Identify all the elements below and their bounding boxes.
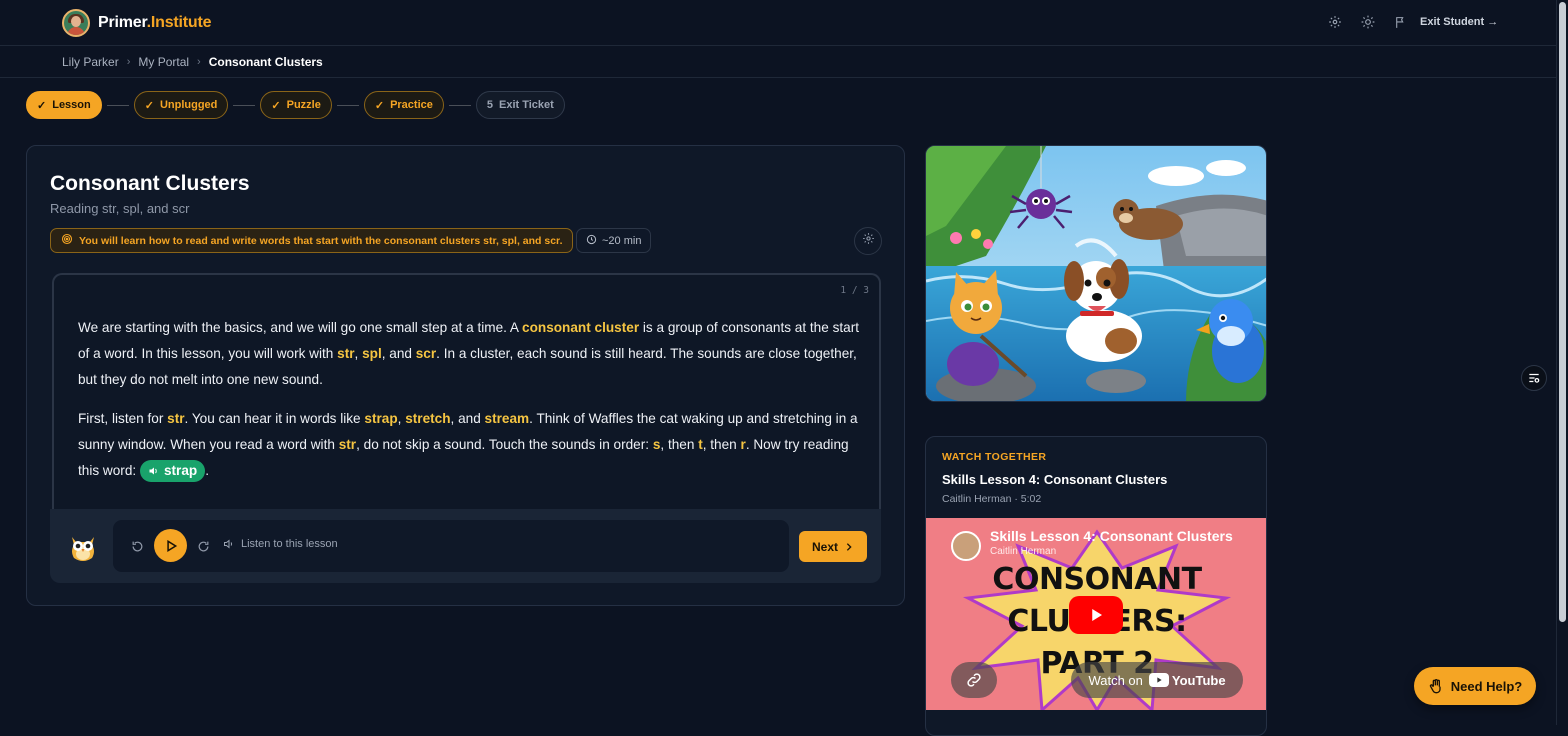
step-practice[interactable]: ✓ Practice	[363, 91, 444, 119]
check-icon: ✓	[37, 99, 47, 112]
lesson-reader: 1 / 3 We are starting with the basics, a…	[52, 273, 881, 510]
check-icon: ✓	[374, 99, 385, 112]
step-unplugged[interactable]: ✓ Unplugged	[133, 91, 229, 119]
copy-link-button[interactable]	[951, 662, 997, 698]
speaker-icon	[224, 539, 233, 549]
forward-icon[interactable]	[195, 538, 211, 554]
embed-channel[interactable]: Caitlin Herman	[990, 546, 1056, 557]
speaker-icon	[149, 467, 157, 475]
step-connector	[233, 104, 256, 106]
page-indicator: 1 / 3	[840, 285, 869, 296]
video-embed[interactable]: Skills Lesson 4: Consonant Clusters Cait…	[926, 518, 1266, 710]
channel-avatar[interactable]	[951, 531, 981, 561]
play-icon	[1092, 609, 1102, 621]
gear-icon[interactable]	[1326, 13, 1344, 31]
scrollbar-thumb[interactable]	[1559, 2, 1566, 622]
step-exit-ticket[interactable]: 5 Exit Ticket	[475, 91, 565, 119]
page-title: Consonant Clusters	[50, 172, 250, 195]
lesson-steps: ✓ Lesson ✓ Unplugged ✓ Puzzle ✓ Practice 5 Ex…	[26, 91, 565, 119]
lesson-settings-button[interactable]	[854, 227, 882, 255]
filter-list-icon[interactable]	[1521, 365, 1547, 391]
hand-icon	[1429, 679, 1441, 694]
link-icon	[967, 673, 981, 687]
video-title: Skills Lesson 4: Consonant Clusters	[942, 472, 1168, 487]
target-icon	[61, 233, 73, 248]
step-puzzle[interactable]: ✓ Puzzle	[260, 91, 332, 119]
video-kicker: WATCH TOGETHER	[942, 451, 1047, 463]
video-meta: Caitlin Herman · 5:02	[942, 493, 1042, 505]
chevron-right-icon: ›	[197, 56, 201, 68]
breadcrumb-lily-parker[interactable]: Lily Parker	[62, 55, 119, 69]
breadcrumb-current: Consonant Clusters	[208, 55, 323, 69]
step-connector	[336, 104, 359, 106]
lesson-illustration	[925, 145, 1267, 402]
lesson-card: Consonant Clusters Reading str, spl, and…	[26, 145, 905, 606]
duration-badge: ~20 min	[576, 228, 652, 253]
check-icon: ✓	[271, 99, 281, 112]
rewind-icon[interactable]	[129, 538, 145, 554]
play-button[interactable]	[154, 529, 187, 562]
breadcrumb-bar: Lily Parker › My Portal › Consonant Clus…	[0, 46, 1556, 78]
lesson-subtitle: Reading str, spl, and scr	[50, 201, 190, 216]
chevron-right-icon	[846, 542, 852, 551]
step-connector	[448, 104, 471, 106]
gear-icon	[862, 232, 875, 250]
youtube-logo-icon: YouTube	[1148, 673, 1226, 688]
pronounce-word-chip[interactable]: strap	[139, 460, 206, 483]
chevron-right-icon: ›	[126, 56, 131, 68]
video-card: WATCH TOGETHER Skills Lesson 4: Consonan…	[925, 436, 1267, 736]
brand-logo-avatar[interactable]	[62, 9, 90, 37]
step-number: 5	[486, 99, 493, 111]
breadcrumb-my-portal[interactable]: My Portal	[138, 55, 189, 69]
lesson-paragraph-2: First, listen for str. You can hear it i…	[78, 406, 860, 484]
learning-goal-badge: You will learn how to read and write wor…	[50, 228, 574, 253]
flag-icon[interactable]	[1391, 13, 1409, 31]
audio-track: Listen to this lesson	[113, 520, 789, 572]
top-bar: Primer.Institute Exit Student →	[0, 0, 1556, 46]
brand-name[interactable]: Primer.Institute	[98, 14, 211, 32]
thumbnail-text: CONSONANT	[992, 562, 1202, 597]
exit-student-button[interactable]: Exit Student →	[1420, 16, 1498, 28]
step-lesson[interactable]: ✓ Lesson	[26, 91, 102, 119]
check-icon: ✓	[144, 99, 154, 112]
listen-label: Listen to this lesson	[223, 538, 338, 550]
watch-on-youtube-button[interactable]: Watch on YouTube	[1071, 662, 1243, 698]
owl-mascot-icon	[68, 531, 98, 563]
sun-icon[interactable]	[1359, 13, 1377, 31]
clock-icon	[586, 234, 597, 248]
embed-title[interactable]: Skills Lesson 4: Consonant Clusters	[990, 528, 1233, 544]
audio-player: Listen to this lesson Next	[50, 509, 881, 583]
page-scrollbar[interactable]	[1556, 0, 1568, 725]
need-help-button[interactable]: Need Help?	[1414, 667, 1536, 705]
lesson-paragraph-1: We are starting with the basics, and we …	[78, 320, 860, 387]
breadcrumb: Lily Parker › My Portal › Consonant Clus…	[62, 55, 323, 69]
next-button[interactable]: Next	[799, 531, 867, 562]
step-connector	[106, 104, 129, 106]
video-play-button[interactable]	[1069, 596, 1123, 634]
play-icon	[166, 539, 177, 552]
